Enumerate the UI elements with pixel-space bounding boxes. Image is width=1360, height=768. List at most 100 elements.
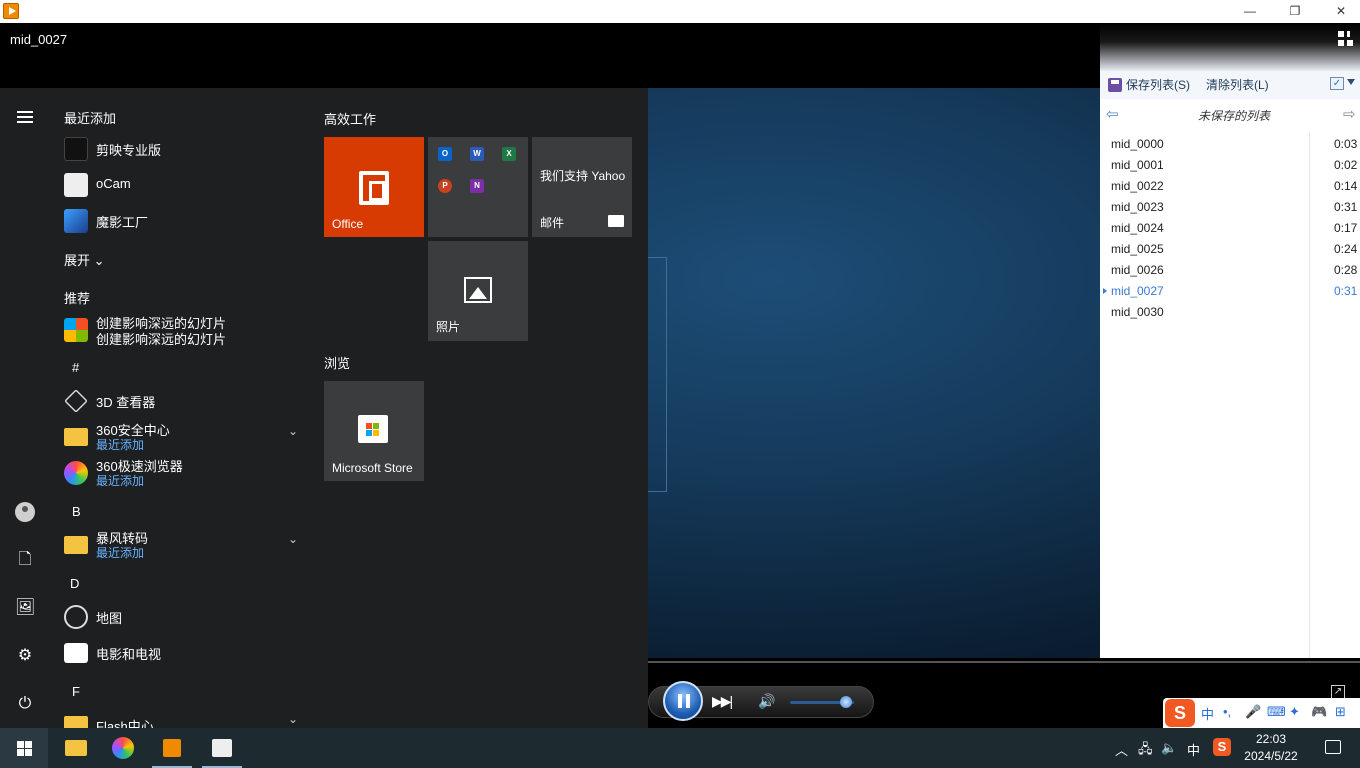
ocam-icon <box>64 173 88 197</box>
chevron-down-icon[interactable]: ⌄ <box>288 424 298 438</box>
maps-icon <box>64 605 88 629</box>
punctuation-icon[interactable]: •, <box>1223 704 1231 719</box>
ime-mode-icon[interactable]: 中 <box>1201 704 1214 723</box>
app-baofeng[interactable]: 暴风转码 最近添加 ⌄ <box>64 528 304 562</box>
restore-button[interactable]: ❐ <box>1272 0 1318 23</box>
user-avatar-icon[interactable] <box>15 502 35 522</box>
settings-icon[interactable]: ⚙ <box>15 646 35 666</box>
playlist-item[interactable]: mid_0025 0:24 <box>1100 240 1360 261</box>
playlist-item-name: mid_0022 <box>1111 179 1164 193</box>
start-button[interactable] <box>0 728 48 768</box>
chevron-down-icon[interactable]: ⌄ <box>288 712 298 726</box>
clock-date: 2024/5/22 <box>1244 749 1298 763</box>
letter-hash[interactable]: # <box>72 360 79 375</box>
ghost-frame <box>648 257 667 492</box>
fullscreen-icon[interactable]: ↗ <box>1331 685 1345 699</box>
keyboard-icon[interactable]: ⌨ <box>1267 704 1286 720</box>
pause-button[interactable] <box>663 681 703 721</box>
app-list: 最近添加 剪映专业版 oCam 魔影工厂 展开 ⌄ 推荐 创建影响深远的幻灯片 … <box>50 88 308 728</box>
clock[interactable]: 22:03 2024/5/22 <box>1236 731 1306 765</box>
notification-icon[interactable] <box>1325 740 1341 754</box>
app-3d-viewer[interactable]: 3D 查看器 <box>64 384 304 418</box>
expand-link[interactable]: 展开 ⌄ <box>64 250 105 269</box>
toolbox-icon[interactable]: ⊞ <box>1335 704 1346 720</box>
network-icon[interactable]: 🖧 <box>1138 740 1153 762</box>
letter-d[interactable]: D <box>70 576 79 591</box>
game-icon[interactable]: 🎮 <box>1311 704 1327 720</box>
sogou-tray-icon[interactable]: S <box>1213 738 1231 756</box>
checkbox-icon[interactable]: ✓ <box>1330 77 1344 90</box>
playlist-item-duration: 0:28 <box>1334 263 1358 277</box>
playlist-item[interactable]: mid_0027 0:31 <box>1100 282 1360 303</box>
app-360-security[interactable]: 360安全中心 最近添加 ⌄ <box>64 420 304 454</box>
playlist-item-duration: 0:24 <box>1334 242 1358 256</box>
app-ocam[interactable]: oCam <box>64 168 304 202</box>
chevron-down-icon[interactable]: ⌄ <box>288 532 298 546</box>
tile-office-apps[interactable]: O W X P N <box>428 137 528 237</box>
app-360-browser[interactable]: 360极速浏览器 最近添加 <box>64 456 304 490</box>
document-icon[interactable]: 🗋 <box>15 550 35 570</box>
playlist-item[interactable]: mid_0030 <box>1100 303 1360 324</box>
playlist-item[interactable]: mid_0022 0:14 <box>1100 177 1360 198</box>
power-icon[interactable]: ⏻ <box>15 694 35 714</box>
app-flash[interactable]: Flash中心 ⌄ <box>64 708 304 728</box>
chevron-up-icon[interactable]: ︿ <box>1115 740 1128 759</box>
expand-label: 展开 <box>64 253 91 268</box>
clear-list-button[interactable]: 清除列表(L) <box>1206 76 1269 93</box>
volume-icon[interactable]: 🔊 <box>758 693 775 710</box>
media-player-app[interactable] <box>148 728 196 768</box>
minimize-button[interactable]: — <box>1227 0 1273 23</box>
ocam-icon <box>212 739 232 757</box>
playlist-item[interactable]: mid_0001 0:02 <box>1100 156 1360 177</box>
pictures-icon[interactable]: 🖼 <box>15 598 35 618</box>
playlist-title: 未保存的列表 <box>1198 109 1271 123</box>
app-capcut[interactable]: 剪映专业版 <box>64 132 304 166</box>
playlist-item-duration: 0:31 <box>1334 200 1358 214</box>
tile-area: 高效工作 Office O W X P N 我们支持 Yahoo 邮件 照片 浏… <box>308 88 648 728</box>
app-maps[interactable]: 地图 <box>64 600 304 634</box>
save-list-button[interactable]: 保存列表(S) <box>1108 76 1190 93</box>
tile-office[interactable]: Office <box>324 137 424 237</box>
playlist-item[interactable]: mid_0024 0:17 <box>1100 219 1360 240</box>
clapper-icon <box>64 643 88 663</box>
tile-photos[interactable]: 照片 <box>428 241 528 341</box>
windows-tips-icon <box>64 318 88 342</box>
microphone-icon[interactable]: 🎤 <box>1245 704 1261 720</box>
tile-label: Office <box>332 217 364 231</box>
chevron-down-icon[interactable] <box>1347 79 1355 85</box>
browser-360-app[interactable] <box>99 728 147 768</box>
tile-store[interactable]: Microsoft Store <box>324 381 424 481</box>
speaker-icon[interactable]: 🔈 <box>1161 740 1177 756</box>
recommended-item[interactable]: 创建影响深远的幻灯片 创建影响深远的幻灯片 <box>64 313 304 347</box>
close-button[interactable]: ✕ <box>1318 0 1360 23</box>
playlist-item-duration: 0:14 <box>1334 179 1358 193</box>
arrow-left-icon[interactable]: ⇦ <box>1106 105 1119 123</box>
cube-icon <box>64 389 88 413</box>
next-icon[interactable]: ▶▶| <box>712 693 733 710</box>
letter-b[interactable]: B <box>72 504 81 519</box>
start-rail: 🗋 🖼 ⚙ ⏻ <box>0 88 50 728</box>
tile-label: 照片 <box>436 320 461 334</box>
skin-icon[interactable]: ✦ <box>1289 704 1300 720</box>
app-label: 魔影工厂 <box>96 215 149 230</box>
file-explorer-app[interactable] <box>51 728 99 768</box>
arrow-right-icon[interactable]: ⇨ <box>1343 105 1356 123</box>
playlist-item[interactable]: mid_0026 0:28 <box>1100 261 1360 282</box>
app-movies[interactable]: 电影和电视 <box>64 636 304 670</box>
hamburger-icon[interactable] <box>15 108 35 128</box>
playlist-item[interactable]: mid_0000 0:03 <box>1100 135 1360 156</box>
tile-mail[interactable]: 我们支持 Yahoo 邮件 <box>532 137 632 237</box>
ocam-app[interactable] <box>198 728 246 768</box>
playlist-header <box>1100 23 1360 71</box>
input-language[interactable]: 中 <box>1187 740 1200 759</box>
moying-icon <box>64 209 88 233</box>
seek-bar[interactable] <box>648 661 1360 663</box>
app-label: Flash中心 <box>96 719 154 728</box>
app-moying[interactable]: 魔影工厂 <box>64 204 304 238</box>
layout-switch-icon[interactable] <box>1338 31 1354 47</box>
app-label: 3D 查看器 <box>96 395 156 410</box>
sogou-icon[interactable]: S <box>1165 699 1195 727</box>
store-icon <box>358 415 388 443</box>
letter-f[interactable]: F <box>72 684 80 699</box>
playlist-item[interactable]: mid_0023 0:31 <box>1100 198 1360 219</box>
